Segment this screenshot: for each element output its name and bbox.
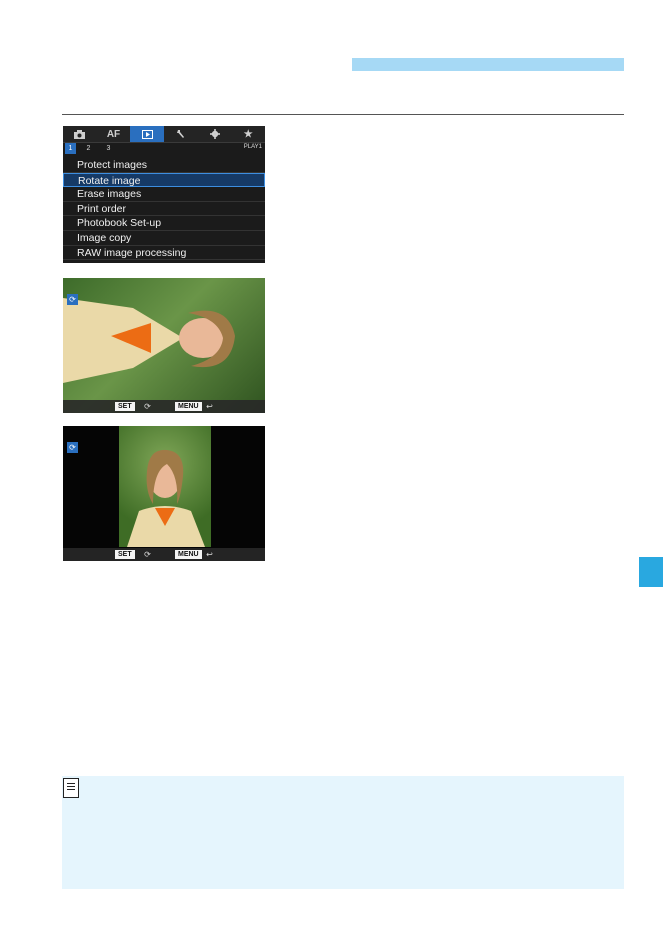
rotate-icon: ⟳ [144, 402, 151, 411]
menu-subtabs: 1 2 3 PLAY1 [63, 143, 265, 156]
menu-item-erase-images: Erase images [63, 187, 265, 202]
subtab-2: 2 [86, 145, 91, 152]
rotate-icon: ⟳ [144, 550, 151, 559]
camera-icon [74, 129, 86, 139]
control-bar: SET ⟳ MENU ↩ [63, 548, 265, 561]
playback-menu-screenshot: AF ★ 1 2 3 PLAY1 Protect images Rotate i… [63, 126, 265, 263]
custom-tab [198, 126, 232, 142]
note-icon [63, 778, 79, 798]
chapter-side-tab [639, 557, 663, 587]
gear-icon [209, 129, 220, 139]
wrench-icon [176, 130, 184, 138]
portrait-photo-sideways [63, 298, 235, 383]
menu-tabs: AF ★ [63, 126, 265, 143]
playback-tab [130, 126, 165, 142]
menu-item-raw-processing: RAW image processing [63, 246, 265, 261]
menu-list: Protect images Rotate image Erase images… [63, 158, 265, 261]
setup-tab [164, 126, 198, 142]
af-tab: AF [106, 128, 121, 140]
rotate-icon: ⟳ [67, 442, 78, 453]
set-button-label: SET [115, 550, 135, 559]
menu-item-photobook-setup: Photobook Set-up [63, 216, 265, 231]
menu-item-protect-images: Protect images [63, 158, 265, 173]
note-box [62, 776, 624, 889]
portrait-photo-upright [119, 426, 211, 547]
rotate-icon: ⟳ [67, 294, 78, 305]
menu-item-image-copy: Image copy [63, 231, 265, 246]
menu-button-label: MENU [175, 550, 202, 559]
upright-image-screenshot: ⟳ SET ⟳ MENU ↩ [63, 426, 265, 561]
return-arrow-icon: ↩ [206, 550, 213, 559]
control-bar: SET ⟳ MENU ↩ [63, 400, 265, 413]
set-button-label: SET [115, 402, 135, 411]
menu-item-print-order: Print order [63, 202, 265, 217]
portrait-figure [127, 449, 205, 547]
section-header-bar [352, 58, 624, 71]
menu-item-rotate-image: Rotate image [63, 172, 265, 188]
rotated-image-screenshot: ⟳ SET ⟳ MENU ↩ [63, 278, 265, 413]
mymenu-tab: ★ [243, 128, 253, 140]
shooting-tab [63, 126, 97, 142]
return-arrow-icon: ↩ [206, 402, 213, 411]
menu-page-label: PLAY1 [243, 144, 262, 150]
play-icon [141, 129, 153, 139]
subtab-3: 3 [106, 145, 111, 152]
menu-button-label: MENU [175, 402, 202, 411]
header-rule [62, 114, 624, 115]
subtab-1: 1 [65, 143, 76, 154]
